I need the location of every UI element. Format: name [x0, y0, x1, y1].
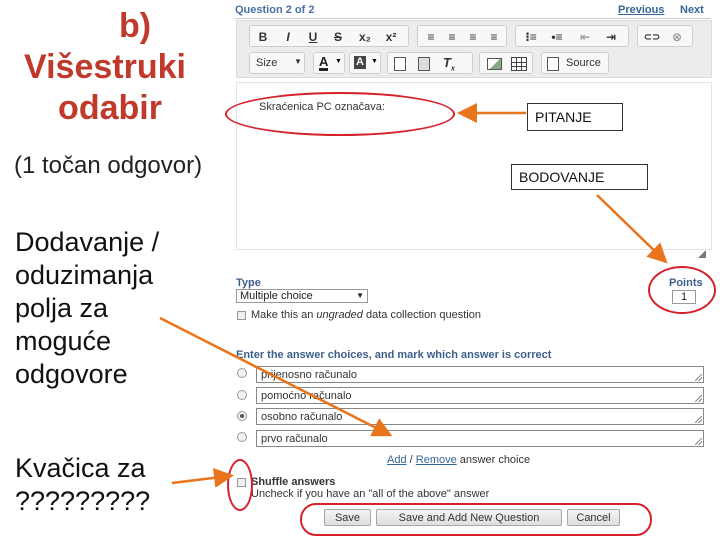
arrow-to-points	[596, 194, 668, 264]
arrow-to-add-remove	[159, 316, 393, 437]
annotation-arrows	[159, 103, 668, 488]
arrow-to-shuffle	[171, 467, 234, 488]
